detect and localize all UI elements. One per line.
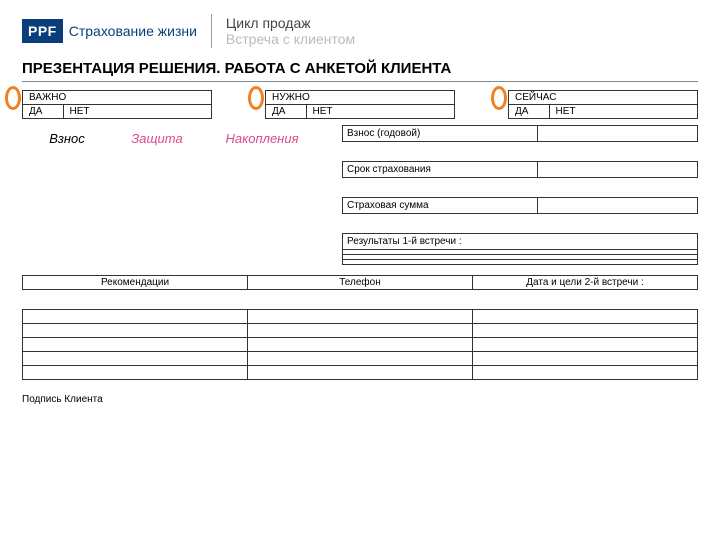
summary-label-premium: Взнос (годовой): [343, 126, 538, 142]
table-row[interactable]: [473, 366, 698, 380]
no-cell[interactable]: НЕТ: [549, 105, 698, 119]
summary-table: Взнос (годовой) Срок страхования Страхов…: [342, 125, 698, 265]
concept-vznos: Взнос: [22, 125, 112, 265]
yn-head-1: ВАЖНО: [29, 92, 66, 103]
section-rule: [22, 81, 698, 82]
accent-oval-icon: [248, 86, 264, 110]
title-line-2: Встреча с клиентом: [226, 31, 355, 47]
page-header: PPF Страхование жизни Цикл продаж Встреч…: [22, 14, 698, 48]
table-row[interactable]: [248, 352, 473, 366]
table-row[interactable]: [23, 352, 248, 366]
table-row[interactable]: [23, 310, 248, 324]
no-cell[interactable]: НЕТ: [306, 105, 455, 119]
yn-head-2: НУЖНО: [272, 92, 310, 103]
accent-oval-icon: [5, 86, 21, 110]
summary-results-header: Результаты 1-й встречи :: [343, 234, 698, 250]
table-row[interactable]: [473, 352, 698, 366]
summary-results-line[interactable]: [343, 260, 698, 265]
table-row[interactable]: [23, 366, 248, 380]
yes-cell[interactable]: ДА: [509, 105, 550, 119]
logo-block: PPF Страхование жизни: [22, 19, 197, 43]
no-cell[interactable]: НЕТ: [63, 105, 212, 119]
title-block: Цикл продаж Встреча с клиентом: [226, 15, 355, 47]
table-row[interactable]: [473, 324, 698, 338]
bottom-header-phone: Телефон: [248, 276, 473, 290]
title-line-1: Цикл продаж: [226, 15, 355, 31]
summary-label-term: Срок страхования: [343, 162, 538, 178]
yes-cell[interactable]: ДА: [266, 105, 307, 119]
table-row[interactable]: [23, 324, 248, 338]
concept-row: Взнос Защита Накопления Взнос (годовой) …: [22, 125, 698, 265]
concept-zashchita: Защита: [112, 125, 202, 265]
signature-label: Подпись Клиента: [22, 394, 698, 405]
bottom-header-rec: Рекомендации: [23, 276, 248, 290]
concept-nakopleniya: Накопления: [202, 125, 322, 265]
yn-head-3: СЕЙЧАС: [515, 92, 556, 103]
logo-company: Страхование жизни: [69, 23, 197, 39]
yes-no-table: ВАЖНО НУЖНО СЕЙЧАС ДА НЕТ ДА НЕТ ДА НЕТ: [22, 90, 698, 119]
summary-label-sum: Страховая сумма: [343, 198, 538, 214]
table-row[interactable]: [248, 366, 473, 380]
table-row[interactable]: [23, 338, 248, 352]
accent-oval-icon: [491, 86, 507, 110]
yes-cell[interactable]: ДА: [23, 105, 64, 119]
table-row[interactable]: [248, 324, 473, 338]
summary-value-premium[interactable]: [538, 126, 698, 142]
section-title: ПРЕЗЕНТАЦИЯ РЕШЕНИЯ. РАБОТА С АНКЕТОЙ КЛ…: [22, 60, 698, 77]
divider: [211, 14, 212, 48]
table-row[interactable]: [473, 338, 698, 352]
summary-value-sum[interactable]: [538, 198, 698, 214]
logo-abbrev: PPF: [22, 19, 63, 43]
table-row[interactable]: [248, 338, 473, 352]
table-row[interactable]: [473, 310, 698, 324]
summary-value-term[interactable]: [538, 162, 698, 178]
table-row[interactable]: [248, 310, 473, 324]
bottom-table: Рекомендации Телефон Дата и цели 2-й вст…: [22, 275, 698, 380]
bottom-header-goals: Дата и цели 2-й встречи :: [473, 276, 698, 290]
